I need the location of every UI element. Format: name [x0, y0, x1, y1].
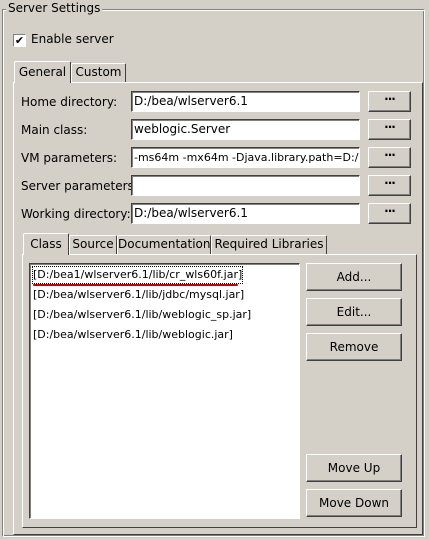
add-button[interactable]: Add...	[306, 263, 402, 291]
group-title: Server Settings	[6, 1, 103, 15]
edit-button[interactable]: Edit...	[306, 298, 402, 326]
move-down-button[interactable]: Move Down	[306, 489, 402, 517]
list-item[interactable]: [D:/bea/wlserver6.1/lib/weblogic.jar]	[33, 327, 233, 343]
vm-parameters-label: VM parameters:	[21, 151, 118, 165]
home-directory-field[interactable]: D:/bea/wlserver6.1	[131, 91, 360, 112]
tab-class[interactable]: Class	[23, 233, 69, 255]
server-parameters-browse-button[interactable]: ···	[368, 175, 411, 196]
vm-parameters-field[interactable]: -ms64m -mx64m -Djava.library.path=D:/b	[131, 147, 360, 168]
tab-general[interactable]: General	[14, 61, 71, 83]
server-parameters-label: Server parameters:	[21, 179, 138, 193]
tab-custom[interactable]: Custom	[71, 63, 126, 82]
main-class-field[interactable]: weblogic.Server	[131, 119, 360, 140]
list-item[interactable]: [D:/bea/wlserver6.1/lib/weblogic_sp.jar]	[33, 307, 251, 323]
red-underline-annotation	[33, 284, 238, 286]
home-directory-label: Home directory:	[21, 95, 118, 109]
list-item[interactable]: [D:/bea1/wlserver6.1/lib/cr_wls60f.jar]	[31, 266, 244, 284]
classpath-list[interactable]: [D:/bea1/wlserver6.1/lib/cr_wls60f.jar] …	[29, 263, 300, 519]
main-class-browse-button[interactable]: ···	[368, 119, 411, 140]
list-item[interactable]: [D:/bea/wlserver6.1/lib/jdbc/mysql.jar]	[33, 287, 244, 303]
tab-source[interactable]: Source	[69, 235, 117, 254]
tab-documentation[interactable]: Documentation	[117, 235, 211, 254]
remove-button[interactable]: Remove	[306, 333, 402, 361]
working-directory-label: Working directory:	[21, 207, 131, 221]
server-parameters-field[interactable]	[131, 175, 360, 196]
enable-server-label[interactable]: Enable server	[31, 32, 114, 46]
working-directory-browse-button[interactable]: ···	[368, 203, 411, 224]
vm-parameters-browse-button[interactable]: ···	[368, 147, 411, 168]
enable-server-checkbox[interactable]: ✔	[13, 34, 26, 47]
main-class-label: Main class:	[21, 123, 88, 137]
tab-required-libraries[interactable]: Required Libraries	[211, 235, 327, 254]
home-directory-browse-button[interactable]: ···	[368, 91, 411, 112]
move-up-button[interactable]: Move Up	[306, 454, 402, 482]
working-directory-field[interactable]: D:/bea/wlserver6.1	[131, 203, 360, 224]
